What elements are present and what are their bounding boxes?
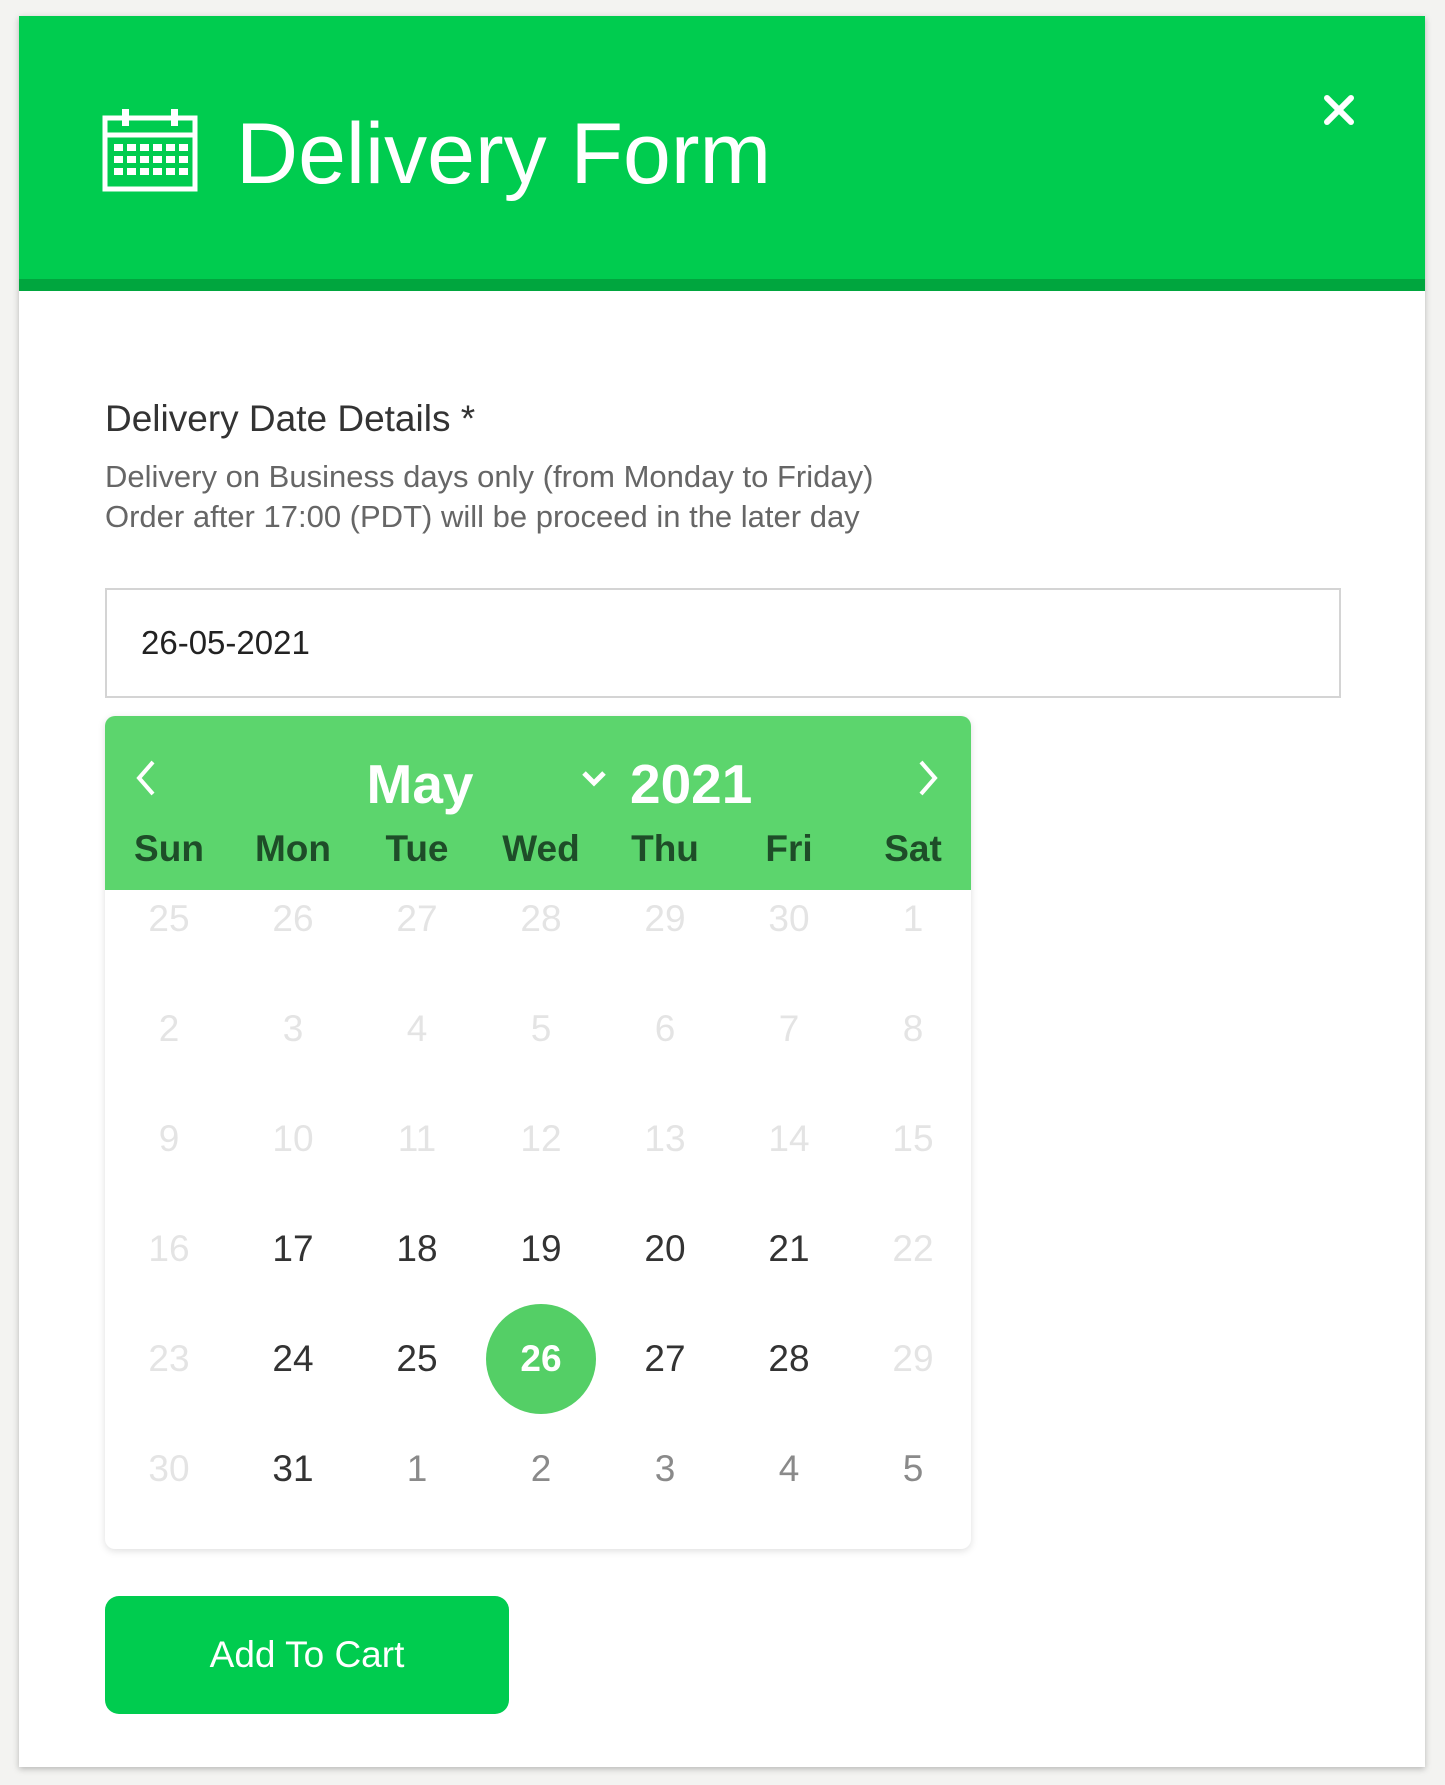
day-cell[interactable]: 2 bbox=[479, 1414, 603, 1524]
day-cell[interactable]: 1 bbox=[355, 1414, 479, 1524]
day-cell: 29 bbox=[892, 1338, 934, 1379]
delivery-help-text: Delivery on Business days only (from Mon… bbox=[105, 457, 1345, 537]
day-cell: 13 bbox=[644, 1118, 686, 1159]
modal-header: Delivery Form bbox=[19, 16, 1425, 291]
day-cell: 2 bbox=[158, 1008, 180, 1049]
day-cell: 6 bbox=[654, 1008, 676, 1049]
next-month-icon[interactable] bbox=[905, 752, 949, 804]
day-cell-selected[interactable]: 26 bbox=[479, 1304, 603, 1414]
modal-title: Delivery Form bbox=[236, 106, 772, 202]
day-cell: 9 bbox=[158, 1118, 180, 1159]
month-select[interactable]: May bbox=[305, 752, 535, 816]
year-select[interactable]: 2021 bbox=[630, 752, 752, 816]
day-cell[interactable]: 25 bbox=[355, 1304, 479, 1414]
day-cell[interactable]: 19 bbox=[479, 1194, 603, 1304]
day-cell: 29 bbox=[644, 898, 686, 939]
day-cell: 16 bbox=[148, 1228, 190, 1269]
day-cell: 28 bbox=[520, 898, 562, 939]
add-to-cart-button[interactable]: Add To Cart bbox=[105, 1596, 509, 1714]
day-cell: 25 bbox=[148, 898, 190, 939]
day-cell[interactable]: 21 bbox=[727, 1194, 851, 1304]
day-cell: 30 bbox=[148, 1448, 190, 1489]
day-cell: 23 bbox=[148, 1338, 190, 1379]
day-cell: 26 bbox=[272, 898, 314, 939]
date-picker: May 2021 Sun Mon Tue Wed Thu Fri Sat 25 26 27 28 2… bbox=[105, 716, 971, 1549]
day-cell: 7 bbox=[778, 1008, 800, 1049]
help-line-business-days: Delivery on Business days only (from Mon… bbox=[105, 459, 874, 494]
help-line-cutoff: Order after 17:00 (PDT) will be proceed … bbox=[105, 499, 860, 534]
day-cell[interactable]: 31 bbox=[231, 1414, 355, 1524]
delivery-date-label: Delivery Date Details * bbox=[105, 398, 476, 439]
day-cell: 5 bbox=[530, 1008, 552, 1049]
chevron-down-icon[interactable] bbox=[576, 764, 612, 794]
day-cell: 15 bbox=[892, 1118, 934, 1159]
day-cell: 10 bbox=[272, 1118, 314, 1159]
day-cell: 30 bbox=[768, 898, 810, 939]
day-cell: 27 bbox=[396, 898, 438, 939]
day-cell: 14 bbox=[768, 1118, 810, 1159]
day-cell: 11 bbox=[397, 1118, 437, 1159]
calendar-icon bbox=[102, 109, 198, 192]
day-cell: 1 bbox=[902, 898, 924, 939]
day-cell[interactable]: 3 bbox=[603, 1414, 727, 1524]
day-cell: 12 bbox=[520, 1118, 562, 1159]
delivery-form-modal: Delivery Form Delivery Date Details * De… bbox=[19, 16, 1425, 1767]
day-cell[interactable]: 28 bbox=[727, 1304, 851, 1414]
day-cell[interactable]: 4 bbox=[727, 1414, 851, 1524]
previous-month-icon[interactable] bbox=[125, 752, 169, 804]
day-cell: 4 bbox=[406, 1008, 428, 1049]
day-cell[interactable]: 24 bbox=[231, 1304, 355, 1414]
day-cell[interactable]: 18 bbox=[355, 1194, 479, 1304]
form-section: Delivery Date Details * Delivery on Busi… bbox=[105, 400, 1345, 537]
close-icon[interactable] bbox=[1313, 84, 1365, 136]
day-cell: 8 bbox=[902, 1008, 924, 1049]
day-cell: 22 bbox=[892, 1228, 934, 1269]
day-cell[interactable]: 17 bbox=[231, 1194, 355, 1304]
day-cell[interactable]: 20 bbox=[603, 1194, 727, 1304]
day-cell[interactable]: 27 bbox=[603, 1304, 727, 1414]
day-cell: 3 bbox=[282, 1008, 304, 1049]
delivery-date-input[interactable] bbox=[105, 588, 1341, 698]
day-cell[interactable]: 5 bbox=[851, 1414, 971, 1524]
